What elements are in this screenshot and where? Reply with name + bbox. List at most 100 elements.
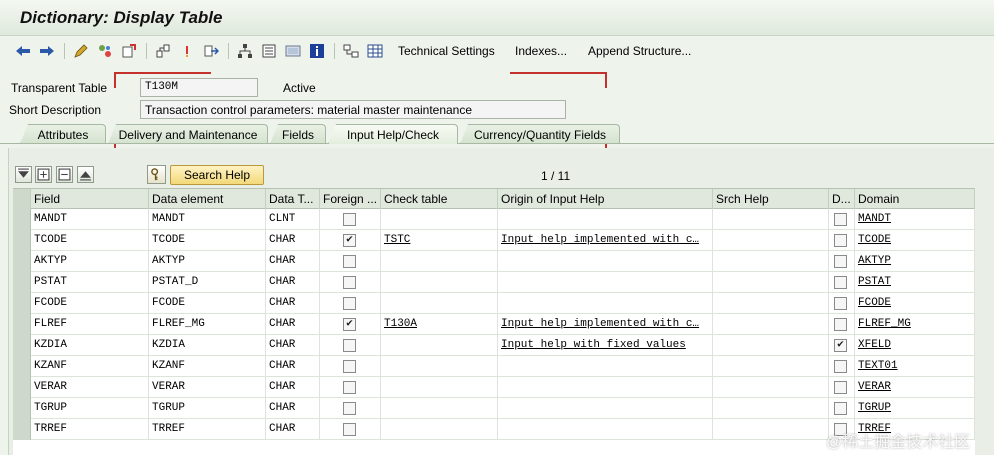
search-help-cell bbox=[713, 230, 829, 251]
foreign-key-checkbox[interactable]: ✔ bbox=[343, 318, 356, 331]
toolbar-separator bbox=[228, 43, 229, 59]
d-checkbox[interactable] bbox=[834, 234, 847, 247]
indexes-button[interactable]: Indexes... bbox=[515, 44, 567, 58]
domain-cell[interactable]: FCODE bbox=[855, 293, 975, 314]
d-checkbox[interactable] bbox=[834, 381, 847, 394]
delete-row-icon[interactable] bbox=[56, 166, 73, 183]
table-row[interactable]: KZDIA KZDIA CHAR Input help with fixed valu… bbox=[13, 335, 975, 356]
technical-settings-button[interactable]: Technical Settings bbox=[398, 44, 495, 58]
row-selector[interactable] bbox=[13, 335, 31, 356]
table-name-field[interactable]: T130M bbox=[140, 78, 258, 97]
domain-cell[interactable]: TGRUP bbox=[855, 398, 975, 419]
table-row[interactable]: MANDT MANDT CLNT MANDT bbox=[13, 209, 975, 230]
table-row[interactable]: PSTAT PSTAT_D CHAR PSTAT bbox=[13, 272, 975, 293]
row-selector[interactable] bbox=[13, 272, 31, 293]
tab-attributes[interactable]: Attributes bbox=[20, 124, 106, 144]
key-icon[interactable] bbox=[147, 165, 166, 184]
short-description-field[interactable]: Transaction control parameters: material… bbox=[140, 100, 566, 119]
append-structure-button[interactable]: Append Structure... bbox=[588, 44, 691, 58]
d-cell bbox=[829, 230, 855, 251]
deselect-all-icon[interactable] bbox=[77, 166, 94, 183]
foreign-key-checkbox[interactable] bbox=[343, 339, 356, 352]
select-all-icon[interactable] bbox=[15, 166, 32, 183]
row-selector[interactable] bbox=[13, 356, 31, 377]
column-header-foreign-key[interactable]: Foreign ... bbox=[320, 189, 381, 209]
table-row[interactable]: TGRUP TGRUP CHAR TGRUP bbox=[13, 398, 975, 419]
domain-cell[interactable]: MANDT bbox=[855, 209, 975, 230]
d-checkbox[interactable] bbox=[834, 297, 847, 310]
table-row[interactable]: FLREF FLREF_MG CHAR ✔ T130A Input help implem… bbox=[13, 314, 975, 335]
other-object-icon[interactable] bbox=[96, 42, 114, 60]
activate-icon[interactable] bbox=[120, 42, 138, 60]
row-selector[interactable] bbox=[13, 209, 31, 230]
foreign-key-checkbox[interactable] bbox=[343, 381, 356, 394]
tab-currency-quantity-fields[interactable]: Currency/Quantity Fields bbox=[460, 124, 620, 144]
d-checkbox[interactable] bbox=[834, 213, 847, 226]
domain-cell[interactable]: FLREF_MG bbox=[855, 314, 975, 335]
column-header-data-type[interactable]: Data T... bbox=[266, 189, 320, 209]
select-all-column-button[interactable] bbox=[13, 189, 31, 209]
row-selector[interactable] bbox=[13, 293, 31, 314]
search-help-button[interactable]: Search Help bbox=[170, 165, 264, 185]
navigate-icon[interactable] bbox=[202, 42, 220, 60]
d-checkbox[interactable] bbox=[834, 276, 847, 289]
entity-icon[interactable] bbox=[342, 42, 360, 60]
table-row[interactable]: TCODE TCODE CHAR ✔ TSTC Input help implemente… bbox=[13, 230, 975, 251]
d-checkbox[interactable] bbox=[834, 402, 847, 415]
domain-cell[interactable]: PSTAT bbox=[855, 272, 975, 293]
check-icon[interactable] bbox=[178, 42, 196, 60]
check-table-cell[interactable]: TSTC bbox=[381, 230, 498, 251]
foreign-key-checkbox[interactable] bbox=[343, 255, 356, 268]
foreign-key-checkbox[interactable] bbox=[343, 297, 356, 310]
origin-of-input-help-cell[interactable]: Input help implemented with c… bbox=[498, 230, 713, 251]
info-icon[interactable] bbox=[308, 42, 326, 60]
d-checkbox[interactable] bbox=[834, 318, 847, 331]
foreign-key-checkbox[interactable] bbox=[343, 276, 356, 289]
table-row[interactable]: VERAR VERAR CHAR VERAR bbox=[13, 377, 975, 398]
table-row[interactable]: AKTYP AKTYP CHAR AKTYP bbox=[13, 251, 975, 272]
insert-row-icon[interactable] bbox=[35, 166, 52, 183]
back-arrow-icon[interactable] bbox=[14, 42, 32, 60]
contents-icon[interactable] bbox=[260, 42, 278, 60]
column-header-origin-of-input-help[interactable]: Origin of Input Help bbox=[498, 189, 713, 209]
foreign-key-checkbox[interactable] bbox=[343, 423, 356, 436]
forward-arrow-icon[interactable] bbox=[38, 42, 56, 60]
hierarchy-icon[interactable] bbox=[236, 42, 254, 60]
foreign-key-checkbox[interactable] bbox=[343, 213, 356, 226]
d-checkbox[interactable] bbox=[834, 255, 847, 268]
tab-fields[interactable]: Fields bbox=[270, 124, 326, 144]
row-selector[interactable] bbox=[13, 314, 31, 335]
row-selector[interactable] bbox=[13, 419, 31, 440]
foreign-key-checkbox[interactable]: ✔ bbox=[343, 234, 356, 247]
origin-of-input-help-cell[interactable]: Input help implemented with c… bbox=[498, 314, 713, 335]
column-header-d[interactable]: D... bbox=[829, 189, 855, 209]
table-row[interactable]: FCODE FCODE CHAR FCODE bbox=[13, 293, 975, 314]
foreign-key-checkbox[interactable] bbox=[343, 360, 356, 373]
domain-cell[interactable]: TEXT01 bbox=[855, 356, 975, 377]
domain-cell[interactable]: TCODE bbox=[855, 230, 975, 251]
origin-of-input-help-cell[interactable]: Input help with fixed values bbox=[498, 335, 713, 356]
where-used-icon[interactable] bbox=[154, 42, 172, 60]
graphic-icon[interactable] bbox=[284, 42, 302, 60]
table-row[interactable]: KZANF KZANF CHAR TEXT01 bbox=[13, 356, 975, 377]
table-icon[interactable] bbox=[366, 42, 384, 60]
foreign-key-checkbox[interactable] bbox=[343, 402, 356, 415]
display-change-icon[interactable] bbox=[72, 42, 90, 60]
d-checkbox[interactable]: ✔ bbox=[834, 339, 847, 352]
domain-cell[interactable]: VERAR bbox=[855, 377, 975, 398]
row-selector[interactable] bbox=[13, 398, 31, 419]
column-header-field[interactable]: Field bbox=[31, 189, 149, 209]
tab-input-help-check[interactable]: Input Help/Check bbox=[328, 124, 458, 144]
row-selector[interactable] bbox=[13, 377, 31, 398]
domain-cell[interactable]: XFELD bbox=[855, 335, 975, 356]
row-selector[interactable] bbox=[13, 251, 31, 272]
row-selector[interactable] bbox=[13, 230, 31, 251]
column-header-check-table[interactable]: Check table bbox=[381, 189, 498, 209]
column-header-domain[interactable]: Domain bbox=[855, 189, 975, 209]
column-header-data-element[interactable]: Data element bbox=[149, 189, 266, 209]
tab-delivery-and-maintenance[interactable]: Delivery and Maintenance bbox=[108, 124, 268, 144]
domain-cell[interactable]: AKTYP bbox=[855, 251, 975, 272]
check-table-cell[interactable]: T130A bbox=[381, 314, 498, 335]
column-header-search-help[interactable]: Srch Help bbox=[713, 189, 829, 209]
d-checkbox[interactable] bbox=[834, 360, 847, 373]
